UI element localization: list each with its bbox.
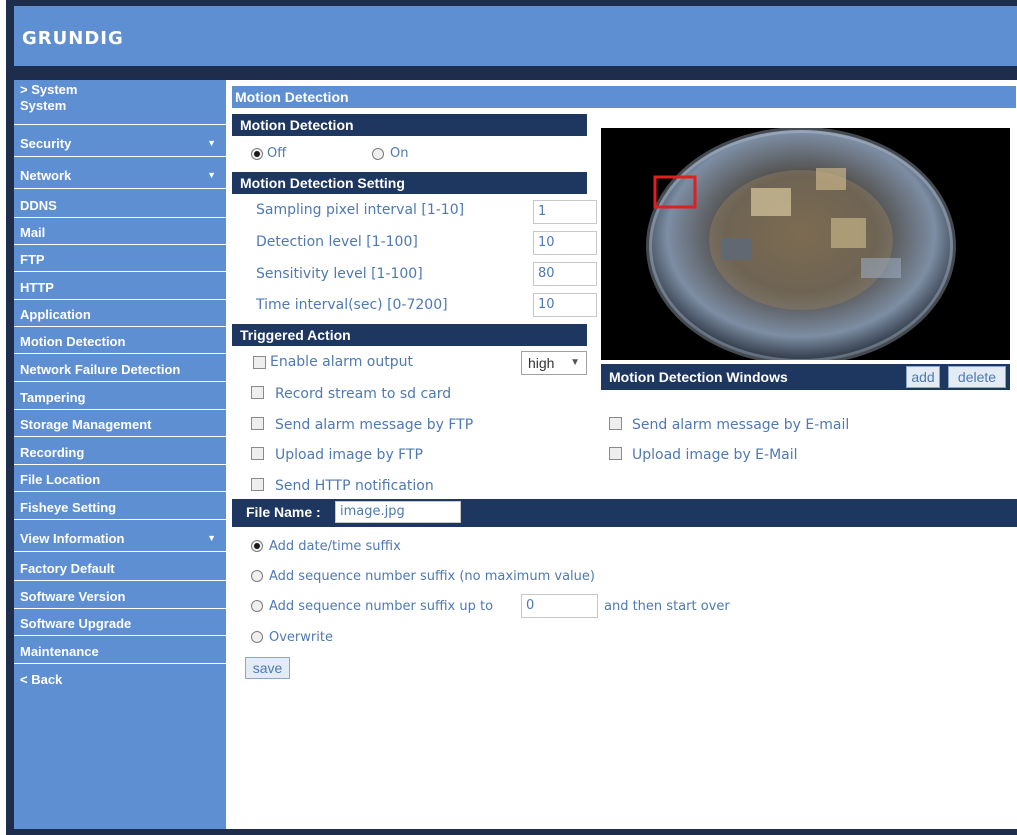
sidebar-item-software-version[interactable]: Software Version: [14, 585, 226, 609]
detection-level-input[interactable]: 10: [533, 231, 597, 255]
upload-email-label: Upload image by E-Mail: [632, 447, 798, 463]
alarm-email-checkbox[interactable]: [609, 417, 622, 430]
sidebar-item-network[interactable]: Network ▼: [14, 162, 226, 189]
sidebar-item-mail[interactable]: Mail: [14, 221, 226, 245]
alarm-ftp-checkbox[interactable]: [251, 417, 264, 430]
motion-off-label: Off: [267, 146, 287, 161]
sidebar-item-ddns[interactable]: DDNS: [14, 194, 226, 218]
chevron-down-icon: ▼: [207, 138, 216, 148]
section-triggered-action: Triggered Action: [232, 324, 587, 346]
alarm-level-select[interactable]: high ▼: [521, 351, 587, 375]
sidebar-item-recording[interactable]: Recording: [14, 441, 226, 465]
page-title: Motion Detection: [232, 86, 1016, 108]
motion-windows-title: Motion Detection Windows: [609, 369, 788, 385]
filename-input[interactable]: image.jpg: [335, 501, 461, 523]
suffix-seq-nomax-radio[interactable]: [251, 570, 263, 582]
sidebar-item-http[interactable]: HTTP: [14, 276, 226, 300]
time-interval-input[interactable]: 10: [533, 293, 597, 317]
sensitivity-level-label: Sensitivity level [1-100]: [256, 266, 423, 282]
sidebar-item-maintenance[interactable]: Maintenance: [14, 640, 226, 664]
motion-on-radio[interactable]: [372, 148, 384, 160]
suffix-datetime-radio[interactable]: [251, 540, 263, 552]
alarm-level-value: high: [528, 355, 555, 371]
alarm-output-label: Enable alarm output: [270, 354, 413, 370]
http-notify-checkbox[interactable]: [251, 478, 264, 491]
header-bar: [14, 6, 1017, 66]
grundig-logo: GRUNDIG: [22, 28, 124, 49]
alarm-email-label: Send alarm message by E-mail: [632, 417, 850, 433]
sidebar-item-back[interactable]: < Back: [14, 668, 226, 692]
section-motion-setting: Motion Detection Setting: [232, 172, 587, 194]
upload-ftp-checkbox[interactable]: [251, 447, 264, 460]
alarm-output-checkbox[interactable]: [253, 356, 266, 369]
delete-window-button[interactable]: delete: [948, 366, 1006, 388]
suffix-overwrite-radio[interactable]: [251, 631, 263, 643]
record-sd-checkbox[interactable]: [251, 386, 264, 399]
sidebar-item-motion-detection[interactable]: Motion Detection: [14, 330, 226, 354]
save-button[interactable]: save: [245, 657, 290, 679]
sidebar-item-system[interactable]: System: [14, 98, 226, 125]
camera-preview[interactable]: [601, 128, 1010, 360]
sidebar-item-file-location[interactable]: File Location: [14, 468, 226, 492]
record-sd-label: Record stream to sd card: [275, 386, 452, 402]
chevron-down-icon: ▼: [207, 170, 216, 180]
sidebar-item-fisheye-setting[interactable]: Fisheye Setting: [14, 496, 226, 520]
fisheye-image: [601, 128, 1010, 360]
suffix-seq-upto-radio[interactable]: [251, 600, 263, 612]
suffix-seq-nomax-label: Add sequence number suffix (no maximum v…: [269, 569, 595, 584]
suffix-datetime-label: Add date/time suffix: [269, 539, 401, 554]
sidebar-item-tampering[interactable]: Tampering: [14, 386, 226, 410]
detection-level-label: Detection level [1-100]: [256, 234, 418, 250]
http-notify-label: Send HTTP notification: [275, 478, 434, 494]
sidebar-item-security[interactable]: Security ▼: [14, 130, 226, 157]
sidebar-item-software-upgrade[interactable]: Software Upgrade: [14, 612, 226, 636]
sidebar-item-view-information[interactable]: View Information ▼: [14, 525, 226, 552]
upload-email-checkbox[interactable]: [609, 447, 622, 460]
suffix-overwrite-label: Overwrite: [269, 630, 333, 645]
time-interval-label: Time interval(sec) [0-7200]: [256, 297, 448, 313]
add-window-button[interactable]: add: [906, 366, 940, 388]
suffix-seq-upto-tail: and then start over: [604, 599, 730, 614]
sampling-interval-input[interactable]: 1: [533, 200, 597, 224]
sidebar-item-factory-default[interactable]: Factory Default: [14, 557, 226, 581]
sidebar-item-application[interactable]: Application: [14, 303, 226, 327]
sidebar: > System System Security ▼ Network ▼ DDNS …: [14, 80, 226, 829]
seq-max-input[interactable]: 0: [521, 594, 598, 618]
upload-ftp-label: Upload image by FTP: [275, 447, 423, 463]
sensitivity-level-input[interactable]: 80: [533, 262, 597, 286]
sampling-interval-label: Sampling pixel interval [1-10]: [256, 202, 465, 218]
motion-off-radio[interactable]: [251, 148, 263, 160]
sidebar-item-ftp[interactable]: FTP: [14, 248, 226, 272]
chevron-down-icon: ▼: [207, 533, 216, 543]
dropdown-arrow-icon: ▼: [570, 357, 580, 368]
filename-label: File Name :: [246, 504, 321, 520]
alarm-ftp-label: Send alarm message by FTP: [275, 417, 474, 433]
suffix-seq-upto-label: Add sequence number suffix up to: [269, 599, 494, 614]
sidebar-item-system-header[interactable]: > System: [14, 82, 226, 98]
sidebar-item-storage-management[interactable]: Storage Management: [14, 413, 226, 437]
motion-on-label: On: [390, 146, 409, 161]
section-motion-detection: Motion Detection: [232, 114, 587, 136]
sidebar-item-network-failure[interactable]: Network Failure Detection: [14, 358, 226, 382]
